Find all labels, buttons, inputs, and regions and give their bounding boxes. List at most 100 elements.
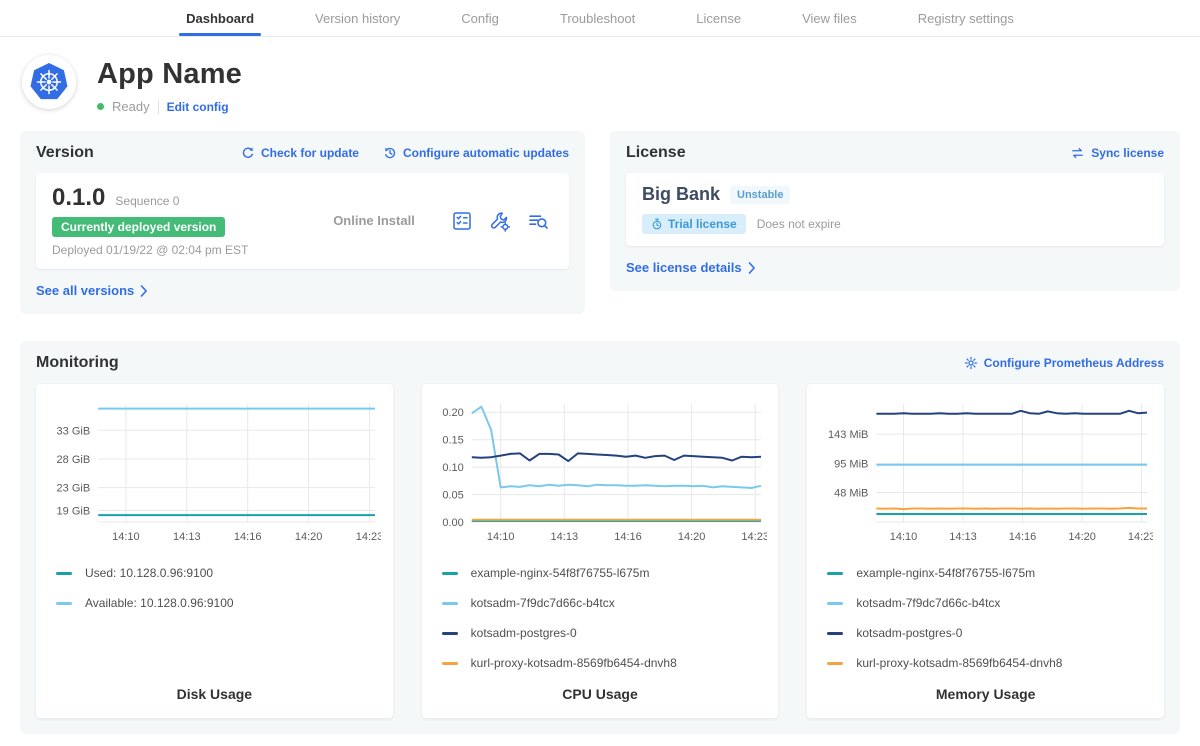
svg-text:14:23: 14:23 (356, 531, 381, 543)
legend-color-dash (827, 662, 843, 665)
svg-text:14:13: 14:13 (173, 531, 201, 543)
svg-text:28 GiB: 28 GiB (57, 454, 91, 466)
license-section-title: License (626, 144, 686, 162)
chevron-right-icon (748, 262, 756, 274)
legend-item: kotsadm-7f9dc7d66c-b4tcx (827, 596, 1156, 610)
configure-prometheus-link[interactable]: Configure Prometheus Address (964, 356, 1164, 370)
see-license-details-link[interactable]: See license details (626, 260, 756, 275)
app-logo (22, 55, 76, 109)
see-all-versions-link[interactable]: See all versions (36, 283, 148, 298)
clock-refresh-icon (383, 146, 397, 160)
monitoring-section-title: Monitoring (36, 354, 119, 372)
sync-license-link[interactable]: Sync license (1070, 146, 1164, 160)
chart-plot: 0.00 0.05 0.10 0.15 0.20 14:10 14:13 14:16 14:20… (433, 396, 767, 554)
svg-text:14:20: 14:20 (295, 531, 323, 543)
legend-label: Used: 10.128.0.96:9100 (85, 566, 213, 580)
charts-row: 19 GiB23 GiB28 GiB33 GiB14:1014:1314:161… (36, 384, 1164, 718)
svg-text:14:20: 14:20 (1068, 531, 1096, 543)
chart-title: CPU Usage (430, 670, 771, 702)
chart-legend: example-nginx-54f8f76755-l675m kotsadm-7f… (827, 566, 1156, 670)
configure-automatic-updates-link[interactable]: Configure automatic updates (383, 146, 569, 160)
version-section: Version Check for update (20, 131, 585, 314)
legend-label: kotsadm-7f9dc7d66c-b4tcx (856, 596, 1000, 610)
currently-deployed-badge: Currently deployed version (52, 217, 225, 237)
legend-label: kotsadm-7f9dc7d66c-b4tcx (471, 596, 615, 610)
legend-item: example-nginx-54f8f76755-l675m (442, 566, 771, 580)
svg-text:14:16: 14:16 (234, 531, 262, 543)
chart-legend: example-nginx-54f8f76755-l675m kotsadm-7f… (442, 566, 771, 670)
version-section-title: Version (36, 144, 94, 162)
expiry-label: Does not expire (757, 217, 841, 231)
tab-troubleshoot[interactable]: Troubleshoot (558, 0, 637, 36)
chevron-right-icon (140, 285, 148, 297)
kubernetes-logo-icon (29, 62, 69, 102)
top-nav: Dashboard Version history Config Troublesho… (0, 0, 1200, 37)
tab-config[interactable]: Config (459, 0, 501, 36)
legend-item: kotsadm-7f9dc7d66c-b4tcx (442, 596, 771, 610)
tab-registry-settings[interactable]: Registry settings (916, 0, 1016, 36)
tab-license[interactable]: License (694, 0, 743, 36)
legend-color-dash (442, 662, 458, 665)
chart-title: Disk Usage (44, 670, 385, 702)
customer-name: Big Bank (642, 184, 720, 205)
legend-color-dash (56, 602, 72, 605)
legend-label: kurl-proxy-kotsadm-8569fb6454-dnvh8 (856, 656, 1062, 670)
deployed-timestamp: Deployed 01/19/22 @ 02:04 pm EST (52, 243, 297, 257)
svg-text:143 MiB: 143 MiB (828, 429, 868, 441)
legend-label: kotsadm-postgres-0 (856, 626, 962, 640)
config-wrench-icon[interactable] (489, 210, 511, 232)
svg-text:14:13: 14:13 (949, 531, 977, 543)
svg-text:14:23: 14:23 (1128, 531, 1153, 543)
tab-dashboard[interactable]: Dashboard (184, 0, 256, 36)
sequence-label: Sequence 0 (115, 194, 179, 208)
legend-item: Used: 10.128.0.96:9100 (56, 566, 385, 580)
tab-view-files[interactable]: View files (800, 0, 859, 36)
legend-item: kurl-proxy-kotsadm-8569fb6454-dnvh8 (442, 656, 771, 670)
svg-text:14:16: 14:16 (614, 531, 642, 543)
svg-text:0.10: 0.10 (442, 462, 463, 474)
chart-plot: 48 MiB 95 MiB 143 MiB 14:10 14:13 14:16 14:20 1… (819, 396, 1153, 554)
chart-plot: 19 GiB23 GiB28 GiB33 GiB14:1014:1314:161… (47, 396, 381, 554)
legend-label: kotsadm-postgres-0 (471, 626, 577, 640)
preflight-checks-icon[interactable] (451, 210, 473, 232)
tab-version-history[interactable]: Version history (313, 0, 402, 36)
legend-item: kotsadm-postgres-0 (442, 626, 771, 640)
view-logs-icon[interactable] (527, 210, 549, 232)
edit-config-link[interactable]: Edit config (167, 100, 229, 114)
legend-item: example-nginx-54f8f76755-l675m (827, 566, 1156, 580)
svg-text:48 MiB: 48 MiB (834, 488, 868, 500)
svg-text:14:20: 14:20 (678, 531, 706, 543)
cpu-usage-chart-card: 0.00 0.05 0.10 0.15 0.20 14:10 14:13 14:16 14:20… (422, 384, 779, 718)
legend-label: example-nginx-54f8f76755-l675m (471, 566, 650, 580)
svg-text:0.15: 0.15 (442, 435, 463, 447)
legend-label: example-nginx-54f8f76755-l675m (856, 566, 1035, 580)
channel-badge: Unstable (730, 186, 790, 204)
version-number: 0.1.0 (52, 184, 105, 212)
legend-color-dash (442, 632, 458, 635)
legend-color-dash (827, 572, 843, 575)
svg-text:0.00: 0.00 (442, 517, 463, 529)
divider (158, 100, 159, 114)
svg-text:14:16: 14:16 (1008, 531, 1036, 543)
svg-text:14:10: 14:10 (487, 531, 515, 543)
legend-label: Available: 10.128.0.96:9100 (85, 596, 234, 610)
monitoring-section: Monitoring Configure Prometheus Address … (20, 341, 1180, 734)
svg-text:14:23: 14:23 (741, 531, 767, 543)
legend-item: Available: 10.128.0.96:9100 (56, 596, 385, 610)
chart-legend: Used: 10.128.0.96:9100 Available: 10.128.… (56, 566, 385, 610)
svg-text:14:10: 14:10 (889, 531, 917, 543)
svg-text:14:13: 14:13 (551, 531, 579, 543)
svg-text:0.05: 0.05 (442, 490, 463, 502)
legend-color-dash (56, 572, 72, 575)
disk-usage-chart-card: 19 GiB23 GiB28 GiB33 GiB14:1014:1314:161… (36, 384, 393, 718)
current-version-card: 0.1.0 Sequence 0 Currently deployed vers… (36, 173, 569, 269)
license-section: License Sync license Big Bank Unstable (610, 131, 1180, 291)
sync-icon (1070, 146, 1085, 160)
svg-text:95 MiB: 95 MiB (834, 459, 868, 471)
memory-usage-chart-card: 48 MiB 95 MiB 143 MiB 14:10 14:13 14:16 14:20 1… (807, 384, 1164, 718)
svg-text:14:10: 14:10 (112, 531, 140, 543)
svg-text:19 GiB: 19 GiB (57, 506, 91, 518)
page-title: App Name (97, 58, 242, 91)
svg-text:0.20: 0.20 (442, 407, 463, 419)
check-for-update-link[interactable]: Check for update (241, 146, 359, 160)
